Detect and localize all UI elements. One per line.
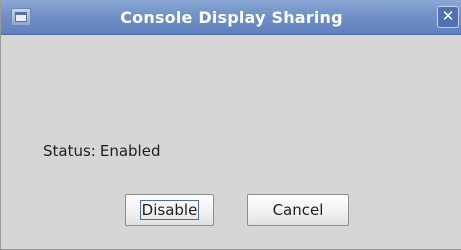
title-bar[interactable]: Console Display Sharing ✕ xyxy=(1,0,461,35)
window-title: Console Display Sharing xyxy=(120,8,343,27)
dialog-window: Console Display Sharing ✕ Status: Enabled… xyxy=(0,0,461,250)
status-value: Enabled xyxy=(99,142,161,160)
close-icon[interactable]: ✕ xyxy=(437,6,459,28)
disable-button[interactable]: Disable xyxy=(125,194,214,226)
disable-button-label: Disable xyxy=(139,200,200,220)
status-label: Status: xyxy=(43,142,96,160)
cancel-button[interactable]: Cancel xyxy=(247,194,349,226)
status-line: Status: Enabled xyxy=(43,142,160,160)
